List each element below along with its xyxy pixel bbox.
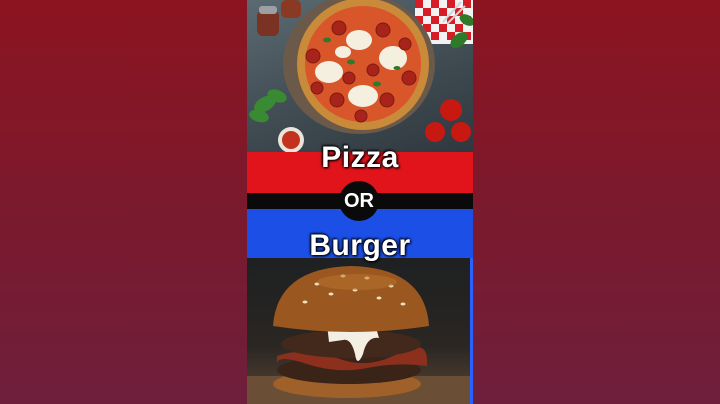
pizza-photo	[247, 0, 473, 152]
tomatoes	[425, 99, 471, 142]
accent-stripe	[470, 258, 473, 404]
or-badge: OR	[339, 181, 379, 221]
basil-bunch	[249, 89, 287, 123]
option-a-label: Pizza	[321, 141, 399, 174]
burger-photo	[247, 258, 473, 404]
thumbnail: Pizza OR Burger	[0, 0, 720, 404]
versus-panel: Pizza OR Burger	[247, 0, 473, 404]
bun-highlight	[317, 274, 397, 290]
option-b-label: Burger	[309, 229, 411, 262]
